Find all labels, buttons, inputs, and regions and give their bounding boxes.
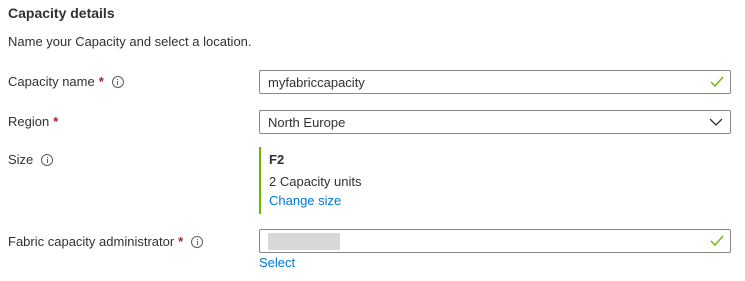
info-icon[interactable] bbox=[191, 235, 204, 248]
checkmark-icon bbox=[710, 235, 724, 247]
required-marker: * bbox=[178, 234, 184, 249]
capacity-name-label: Capacity name * bbox=[8, 74, 124, 89]
region-selected-value: North Europe bbox=[268, 114, 346, 130]
select-admin-link[interactable]: Select bbox=[259, 255, 295, 270]
section-title: Capacity details bbox=[8, 5, 115, 21]
chevron-down-icon bbox=[709, 118, 723, 126]
checkmark-icon bbox=[710, 76, 724, 88]
size-label-text: Size bbox=[8, 152, 34, 167]
size-sku: F2 bbox=[269, 152, 285, 167]
admin-input[interactable] bbox=[259, 229, 731, 253]
size-label: Size bbox=[8, 152, 54, 167]
required-marker: * bbox=[53, 114, 59, 129]
capacity-name-input[interactable]: myfabriccapacity bbox=[259, 70, 731, 94]
admin-label: Fabric capacity administrator * bbox=[8, 234, 204, 249]
region-select[interactable]: North Europe bbox=[259, 110, 731, 134]
admin-label-text: Fabric capacity administrator bbox=[8, 234, 175, 249]
region-label-text: Region bbox=[8, 114, 50, 129]
redacted-admin-value bbox=[268, 233, 340, 250]
section-description: Name your Capacity and select a location… bbox=[8, 34, 252, 49]
change-size-link[interactable]: Change size bbox=[269, 193, 341, 208]
info-icon[interactable] bbox=[111, 75, 124, 88]
size-summary: F2 2 Capacity units Change size bbox=[259, 147, 459, 214]
capacity-details-form: Capacity details Name your Capacity and … bbox=[0, 0, 745, 281]
required-marker: * bbox=[98, 74, 104, 89]
capacity-name-value: myfabriccapacity bbox=[268, 74, 365, 90]
size-units: 2 Capacity units bbox=[269, 174, 362, 189]
region-label: Region * bbox=[8, 114, 58, 129]
info-icon[interactable] bbox=[41, 153, 54, 166]
capacity-name-label-text: Capacity name bbox=[8, 74, 95, 89]
